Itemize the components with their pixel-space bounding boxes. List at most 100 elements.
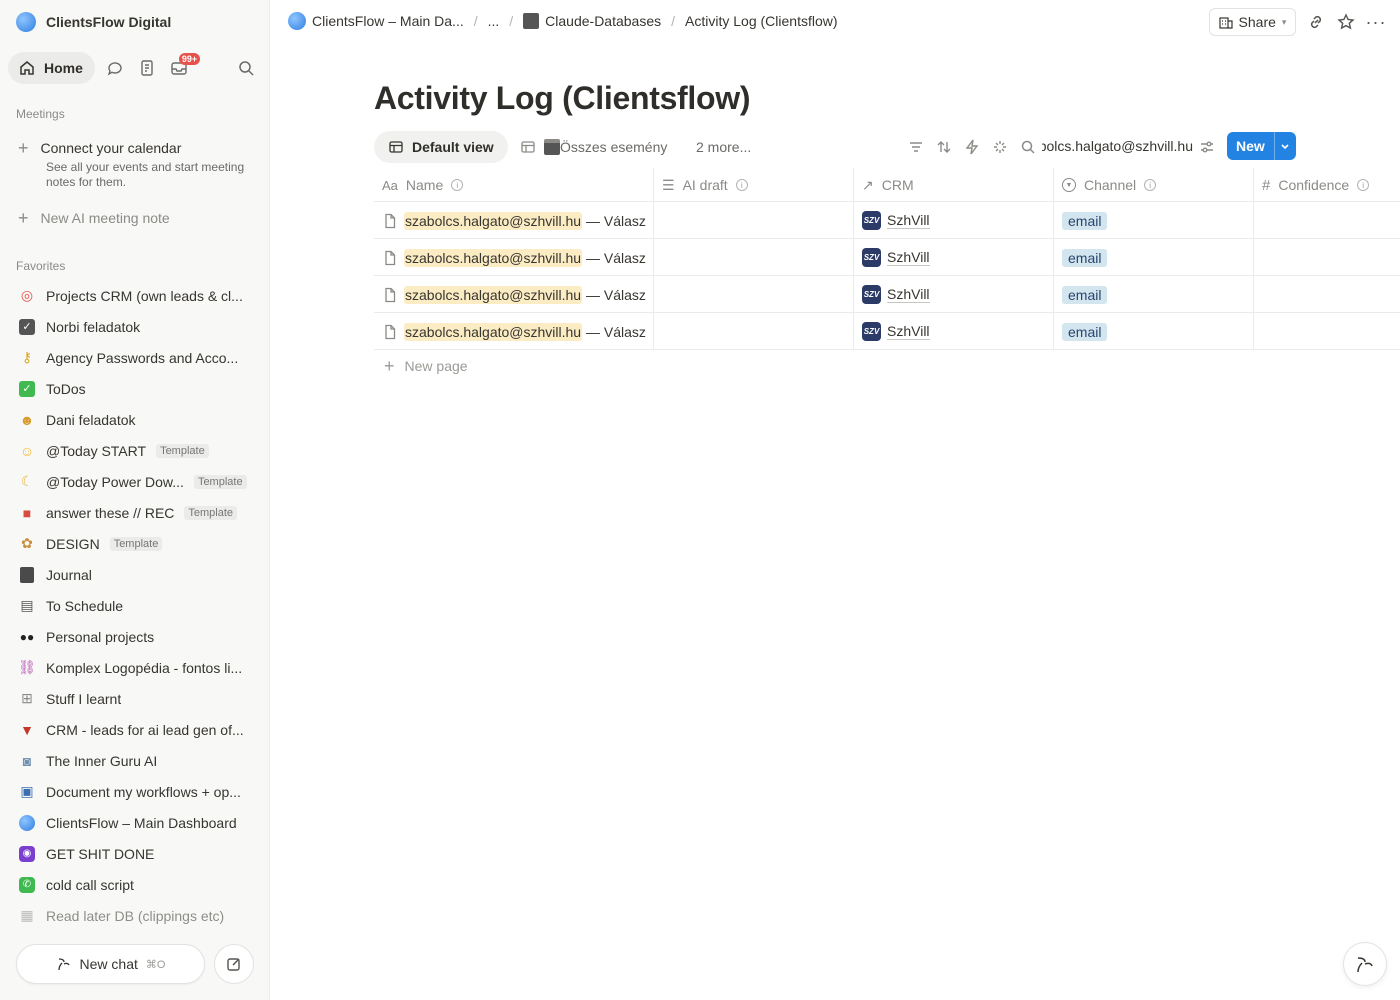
view-tab-default[interactable]: Default view — [374, 131, 508, 163]
column-header-crm[interactable]: ↗ CRM — [854, 168, 1054, 202]
new-page-button[interactable] — [214, 944, 254, 984]
crm-relation[interactable]: SZV SzhVill — [862, 211, 930, 230]
favorite-item[interactable]: ⊞ Stuff I learnt — [18, 683, 262, 714]
workspace-name: ClientsFlow Digital — [46, 14, 172, 30]
page-title: Activity Log (Clientsflow) — [374, 80, 751, 116]
ai-assistant-button[interactable] — [1343, 942, 1387, 986]
share-button[interactable]: Share ▾ — [1209, 8, 1296, 36]
new-page-row[interactable]: + New page — [384, 357, 468, 375]
favorite-item[interactable]: Journal — [18, 559, 262, 590]
crm-relation[interactable]: SZV SzhVill — [862, 322, 930, 341]
view-tab-osszes[interactable]: Összes esemény — [520, 131, 667, 163]
column-header-channel[interactable]: ▼ Channel i — [1054, 168, 1254, 202]
favorite-item[interactable]: ●● Personal projects — [18, 621, 262, 652]
table-row[interactable]: szabolcs.halgato@szhvill.hu — Válasz SZV… — [374, 276, 1400, 313]
inbox-button[interactable]: 99+ — [163, 52, 201, 84]
favorite-item[interactable]: ▣ Document my workflows + op... — [18, 776, 262, 807]
channel-cell[interactable]: email — [1054, 239, 1254, 276]
connect-calendar[interactable]: + Connect your calendar See all your eve… — [18, 139, 258, 190]
confidence-cell[interactable] — [1254, 239, 1400, 276]
favorite-item[interactable]: ⛓ Komplex Logopédia - fontos li... — [18, 652, 262, 683]
breadcrumb-item[interactable]: ClientsFlow – Main Da... — [288, 12, 464, 30]
copy-link-button[interactable] — [1306, 12, 1326, 32]
crm-cell[interactable]: SZV SzhVill — [854, 276, 1054, 313]
confidence-cell[interactable] — [1254, 313, 1400, 350]
favorite-item[interactable]: ✓ ToDos — [18, 373, 262, 404]
more-views-label: 2 more... — [696, 139, 752, 155]
crm-relation[interactable]: SZV SzhVill — [862, 285, 930, 304]
favorite-item[interactable]: ☾ @Today Power Dow... Template — [18, 466, 262, 497]
name-cell[interactable]: szabolcs.halgato@szhvill.hu — Válasz — [374, 239, 654, 276]
favorite-item[interactable]: ▼ CRM - leads for ai lead gen of... — [18, 714, 262, 745]
name-cell[interactable]: szabolcs.halgato@szhvill.hu — Válasz — [374, 313, 654, 350]
meeting-notes-button[interactable] — [131, 52, 163, 84]
favorite-item[interactable]: ✓ Norbi feladatok — [18, 311, 262, 342]
search-button[interactable] — [230, 52, 262, 84]
favorite-item[interactable]: ▦ Read later DB (clippings etc) — [18, 900, 262, 931]
more-views-button[interactable]: 2 more... — [696, 131, 751, 163]
breadcrumb-item[interactable]: Activity Log (Clientsflow) — [685, 13, 838, 29]
name-cell[interactable]: szabolcs.halgato@szhvill.hu — Válasz — [374, 202, 654, 239]
more-options-button[interactable]: ··· — [1366, 12, 1386, 32]
table-row[interactable]: szabolcs.halgato@szhvill.hu — Válasz SZV… — [374, 239, 1400, 276]
favorite-item[interactable]: ✆ cold call script — [18, 869, 262, 900]
breadcrumb-item[interactable]: ... — [488, 13, 500, 29]
channel-cell[interactable]: email — [1054, 202, 1254, 239]
ai-draft-cell[interactable] — [654, 239, 854, 276]
new-page-label: New page — [404, 358, 468, 374]
favorite-button[interactable] — [1336, 12, 1356, 32]
new-button-label[interactable]: New — [1227, 132, 1274, 160]
favorite-item[interactable]: ☻ Dani feladatok — [18, 404, 262, 435]
chat-button[interactable] — [99, 52, 131, 84]
column-header-confidence[interactable]: # Confidence i — [1254, 168, 1400, 202]
breadcrumb: ClientsFlow – Main Da... / ... / Claude-… — [288, 12, 838, 30]
view-tab-label: Default view — [412, 139, 494, 155]
favorite-item[interactable]: ⚷ Agency Passwords and Acco... — [18, 342, 262, 373]
name-cell[interactable]: szabolcs.halgato@szhvill.hu — Válasz — [374, 276, 654, 313]
compose-icon — [227, 958, 240, 971]
favorite-item[interactable]: ✿ DESIGN Template — [18, 528, 262, 559]
sort-icon — [937, 141, 951, 153]
ai-draft-cell[interactable] — [654, 276, 854, 313]
channel-cell[interactable]: email — [1054, 276, 1254, 313]
confidence-cell[interactable] — [1254, 202, 1400, 239]
ai-autofill-button[interactable] — [992, 139, 1008, 155]
sort-button[interactable] — [936, 139, 952, 155]
workspace-switcher[interactable]: ClientsFlow Digital — [16, 12, 171, 32]
chat-bubble-icon — [107, 62, 122, 76]
template-badge: Template — [193, 474, 247, 489]
confidence-cell[interactable] — [1254, 276, 1400, 313]
palette-icon: ✿ — [21, 535, 33, 551]
crm-cell[interactable]: SZV SzhVill — [854, 313, 1054, 350]
crm-relation[interactable]: SZV SzhVill — [862, 248, 930, 267]
name-rest: — Válasz — [582, 212, 646, 229]
crm-cell[interactable]: SZV SzhVill — [854, 239, 1054, 276]
view-settings-button[interactable] — [1199, 139, 1215, 155]
column-header-name[interactable]: Aa Name i — [374, 168, 654, 202]
table-row[interactable]: szabolcs.halgato@szhvill.hu — Válasz SZV… — [374, 202, 1400, 239]
favorite-item[interactable]: ◉ GET SHIT DONE — [18, 838, 262, 869]
channel-cell[interactable]: email — [1054, 313, 1254, 350]
favorite-item[interactable]: ◙ The Inner Guru AI — [18, 745, 262, 776]
favorite-item[interactable]: ▤ To Schedule — [18, 590, 262, 621]
automation-button[interactable] — [964, 139, 980, 155]
filter-button[interactable] — [908, 139, 924, 155]
search-input[interactable]: szabolcs.halgato@szhvill.hu — [1042, 138, 1193, 154]
home-button[interactable]: Home — [8, 52, 95, 84]
new-chat-button[interactable]: New chat ⌘O — [16, 944, 205, 984]
favorite-item[interactable]: ClientsFlow – Main Dashboard — [18, 807, 262, 838]
favorite-item[interactable]: ■ answer these // REC Template — [18, 497, 262, 528]
new-record-button[interactable]: New — [1227, 132, 1296, 160]
ai-draft-cell[interactable] — [654, 202, 854, 239]
breadcrumb-item[interactable]: Claude-Databases — [523, 13, 661, 29]
column-header-ai-draft[interactable]: ☰ AI draft i — [654, 168, 854, 202]
chevron-down-icon[interactable] — [1273, 132, 1296, 160]
ai-draft-cell[interactable] — [654, 313, 854, 350]
table-row[interactable]: szabolcs.halgato@szhvill.hu — Válasz SZV… — [374, 313, 1400, 350]
favorite-item[interactable]: ☺ @Today START Template — [18, 435, 262, 466]
search-button[interactable] — [1020, 139, 1036, 155]
new-ai-meeting-note[interactable]: + New AI meeting note — [18, 209, 170, 227]
favorite-label: cold call script — [46, 876, 134, 893]
crm-cell[interactable]: SZV SzhVill — [854, 202, 1054, 239]
favorite-item[interactable]: ◎ Projects CRM (own leads & cl... — [18, 280, 262, 311]
